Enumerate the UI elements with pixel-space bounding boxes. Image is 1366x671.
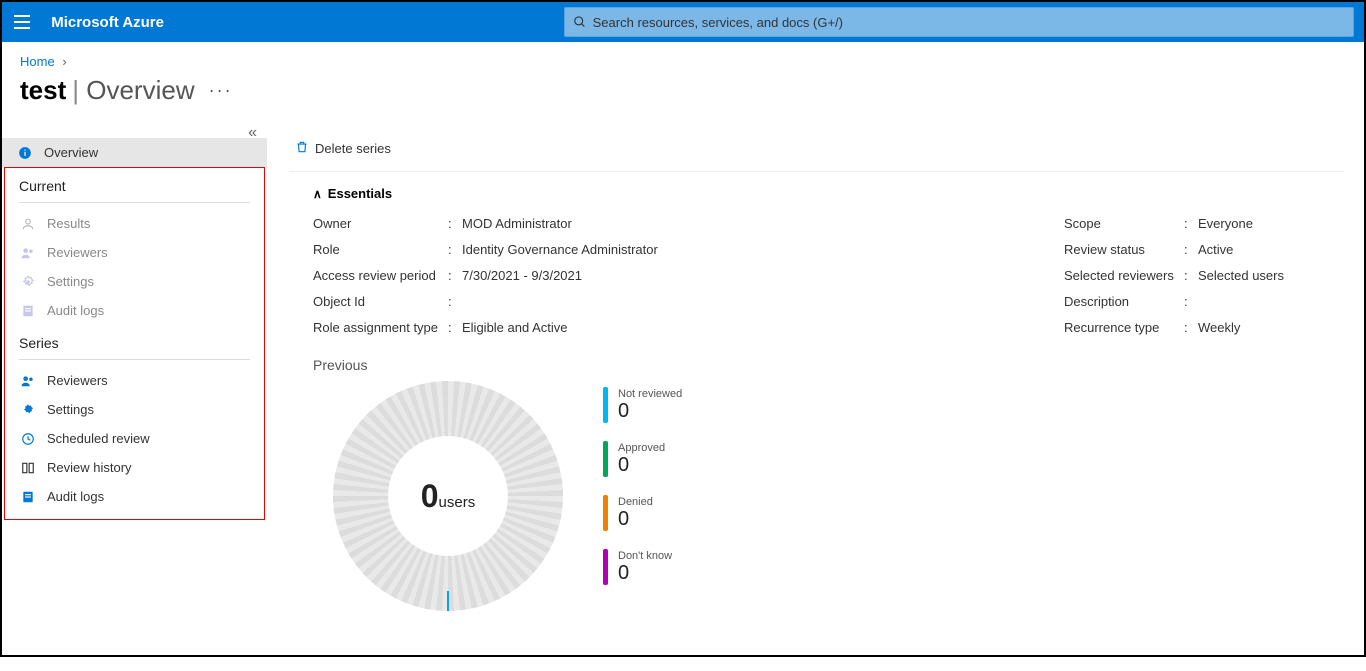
global-search[interactable] — [564, 7, 1354, 37]
sidebar-item-label: Reviewers — [47, 373, 108, 388]
page-title-name: test — [20, 75, 66, 106]
users-donut-chart: 0users — [333, 381, 563, 611]
role-value: Identity Governance Administrator — [462, 242, 658, 258]
essentials-toggle[interactable]: ∧ Essentials — [289, 172, 1364, 211]
donut-legend: Not reviewed0 Approved0 Denied0 Don't kn… — [603, 381, 682, 585]
period-label: Access review period — [313, 268, 448, 284]
legend-value: 0 — [618, 400, 682, 423]
highlighted-nav-region: Current Results Reviewers Settings Audit… — [4, 167, 265, 520]
selected-reviewers-label: Selected reviewers — [1064, 268, 1184, 284]
sidebar-item-label: Settings — [47, 402, 94, 417]
owner-value: MOD Administrator — [462, 216, 572, 232]
breadcrumb: Home › — [2, 42, 1364, 69]
sidebar-item-overview[interactable]: Overview — [2, 138, 267, 167]
chevron-right-icon: › — [62, 54, 66, 69]
sidebar-item-label: Audit logs — [47, 303, 104, 318]
log-icon — [19, 304, 37, 318]
clock-icon — [19, 432, 37, 446]
log-icon — [19, 490, 37, 504]
legend-label: Not reviewed — [618, 388, 682, 400]
legend-value: 0 — [618, 562, 672, 585]
legend-denied: Denied0 — [603, 495, 682, 531]
legend-label: Denied — [618, 496, 653, 508]
previous-section-label: Previous — [289, 341, 1364, 381]
period-value: 7/30/2021 - 9/3/2021 — [462, 268, 582, 284]
objectid-label: Object Id — [313, 294, 448, 310]
people-icon — [19, 374, 37, 388]
sidebar-item-reviewers-series[interactable]: Reviewers — [5, 366, 264, 395]
sidebar-item-label: Settings — [47, 274, 94, 289]
sidebar-item-label: Audit logs — [47, 489, 104, 504]
recurrence-value: Weekly — [1198, 320, 1240, 336]
sidebar-item-label: Review history — [47, 460, 132, 475]
page-title: test Overview ··· — [2, 69, 1364, 120]
legend-color-approved — [603, 441, 608, 477]
owner-label: Owner — [313, 216, 448, 232]
button-label: Delete series — [315, 141, 391, 156]
search-icon — [573, 15, 587, 29]
people-icon — [19, 246, 37, 260]
top-bar: Microsoft Azure — [2, 2, 1364, 42]
essentials-grid: Owner:MOD Administrator Role:Identity Go… — [289, 211, 1364, 341]
sidebar-item-audit-series[interactable]: Audit logs — [5, 482, 264, 511]
gear-icon — [19, 275, 37, 289]
breadcrumb-home[interactable]: Home — [20, 54, 55, 69]
command-bar: Delete series — [289, 130, 1344, 172]
recurrence-label: Recurrence type — [1064, 320, 1184, 336]
legend-approved: Approved0 — [603, 441, 682, 477]
scope-value: Everyone — [1198, 216, 1253, 232]
page-title-section: Overview — [72, 75, 194, 106]
sidebar-item-settings-series[interactable]: Settings — [5, 395, 264, 424]
legend-not-reviewed: Not reviewed0 — [603, 387, 682, 423]
info-icon — [16, 146, 34, 160]
selected-reviewers-value: Selected users — [1198, 268, 1284, 284]
sidebar-item-history[interactable]: Review history — [5, 453, 264, 482]
donut-center-label: 0users — [421, 478, 475, 515]
chevron-up-icon: ∧ — [313, 187, 322, 201]
role-assignment-type-label: Role assignment type — [313, 320, 448, 336]
content-pane: Delete series ∧ Essentials Owner:MOD Adm… — [267, 120, 1364, 671]
sidebar-item-results[interactable]: Results — [5, 209, 264, 238]
sidebar-item-label: Scheduled review — [47, 431, 150, 446]
scope-label: Scope — [1064, 216, 1184, 232]
sidebar-item-reviewers-current[interactable]: Reviewers — [5, 238, 264, 267]
legend-value: 0 — [618, 454, 665, 477]
person-icon — [19, 217, 37, 231]
legend-color-not-reviewed — [603, 387, 608, 423]
description-label: Description — [1064, 294, 1184, 310]
sidebar-group-series: Series — [5, 325, 264, 357]
sidebar-item-label: Results — [47, 216, 90, 231]
sidebar-item-label: Overview — [44, 145, 98, 160]
role-assignment-type-value: Eligible and Active — [462, 320, 568, 336]
donut-tick — [447, 591, 449, 611]
legend-color-dont-know — [603, 549, 608, 585]
delete-series-button[interactable]: Delete series — [289, 136, 397, 161]
sidebar: « Overview Current Results Reviewers Set… — [2, 120, 267, 671]
legend-label: Approved — [618, 442, 665, 454]
sidebar-item-scheduled[interactable]: Scheduled review — [5, 424, 264, 453]
more-actions-button[interactable]: ··· — [209, 80, 233, 101]
donut-chart-area: 0users Not reviewed0 Approved0 Denied0 — [289, 381, 1364, 611]
hamburger-menu-icon[interactable] — [2, 2, 41, 42]
sidebar-item-label: Reviewers — [47, 245, 108, 260]
legend-dont-know: Don't know0 — [603, 549, 682, 585]
book-icon — [19, 461, 37, 475]
sidebar-item-settings-current[interactable]: Settings — [5, 267, 264, 296]
legend-value: 0 — [618, 508, 653, 531]
brand-label[interactable]: Microsoft Azure — [41, 14, 164, 31]
essentials-heading: Essentials — [328, 186, 392, 201]
status-value: Active — [1198, 242, 1233, 258]
sidebar-group-current: Current — [5, 168, 264, 200]
gear-icon — [19, 403, 37, 417]
search-input[interactable] — [593, 15, 1345, 30]
role-label: Role — [313, 242, 448, 258]
sidebar-item-audit-current[interactable]: Audit logs — [5, 296, 264, 325]
trash-icon — [295, 140, 309, 157]
legend-label: Don't know — [618, 550, 672, 562]
status-label: Review status — [1064, 242, 1184, 258]
sidebar-collapse-icon[interactable]: « — [248, 124, 257, 142]
legend-color-denied — [603, 495, 608, 531]
